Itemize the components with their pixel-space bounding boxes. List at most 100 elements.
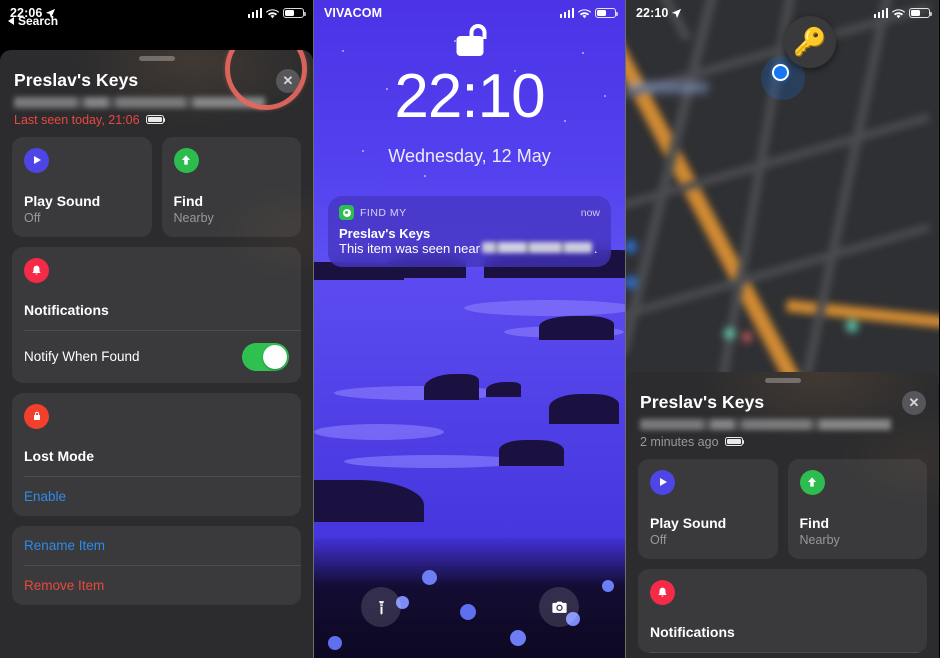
chevron-left-icon <box>8 17 14 25</box>
notify-when-found-toggle[interactable] <box>242 342 289 371</box>
address-redacted <box>640 418 925 430</box>
bell-icon <box>650 579 675 605</box>
last-seen-text: Last seen today, 21:06 <box>14 112 140 127</box>
notifications-header: Notifications <box>638 569 927 652</box>
back-button-label: Search <box>18 14 59 28</box>
notifications-label: Notifications <box>650 623 735 640</box>
lost-mode-enable-row[interactable]: Enable <box>12 477 301 516</box>
key-glyph: 🔑 <box>793 26 827 57</box>
detail-sheet: Preslav's Keys Last seen today, 21:06 ✕ … <box>0 50 313 658</box>
unlocked-padlock-icon <box>456 24 486 56</box>
lost-mode-label: Lost Mode <box>24 447 94 464</box>
carrier-name: VIVACOM <box>324 6 383 20</box>
location-arrow-icon <box>672 8 682 18</box>
card-title: Find <box>173 192 204 209</box>
card-title: Play Sound <box>24 192 101 209</box>
card-title: Find <box>799 514 830 531</box>
item-battery-icon <box>145 114 166 125</box>
notifications-label: Notifications <box>24 301 109 318</box>
arrow-up-icon <box>799 469 825 495</box>
wallpaper-flowers <box>314 538 625 658</box>
card-title: Play Sound <box>650 514 727 531</box>
last-seen-status: 2 minutes ago <box>640 435 925 449</box>
rename-item-row[interactable]: Rename Item <box>12 526 301 565</box>
card-subtitle: Off <box>24 210 41 225</box>
find-my-icon <box>339 205 354 220</box>
lost-mode-block: Lost Mode Enable <box>12 392 301 516</box>
item-battery-icon <box>724 436 745 447</box>
flashlight-button[interactable] <box>361 587 401 627</box>
card-find[interactable]: Find Nearby <box>787 458 927 559</box>
lock-icon <box>24 403 49 429</box>
status-right <box>873 7 933 19</box>
action-card-row: Play Sound Off Find Nearby <box>626 449 939 559</box>
wifi-icon <box>578 8 591 19</box>
battery-icon <box>595 7 619 19</box>
arrow-up-icon <box>173 147 199 173</box>
remove-item-row[interactable]: Remove Item <box>12 566 301 605</box>
sheet-header: Preslav's Keys 2 minutes ago ✕ <box>626 383 939 449</box>
close-icon: ✕ <box>908 394 920 410</box>
blue-location-dot <box>772 64 789 81</box>
close-icon: ✕ <box>282 72 294 88</box>
card-find[interactable]: Find Nearby <box>161 136 301 237</box>
notification-title: Preslav's Keys <box>339 226 431 241</box>
sheet-header: Preslav's Keys Last seen today, 21:06 ✕ <box>0 61 313 127</box>
camera-button[interactable] <box>539 587 579 627</box>
notification-body: This item was seen near . <box>339 241 600 256</box>
notification-body-prefix: This item was seen near <box>339 241 480 256</box>
status-time: 22:10 <box>636 6 669 20</box>
close-button[interactable]: ✕ <box>276 68 300 93</box>
card-subtitle: Nearby <box>799 532 840 547</box>
status-left: 22:10 <box>636 6 682 20</box>
cellular-bars-icon <box>873 8 888 18</box>
card-play-sound[interactable]: Play Sound Off <box>12 136 152 237</box>
screenshot-stage: 22:06 Search Preslav's Keys Last seen to… <box>0 0 940 658</box>
panel3-status-bar: 22:10 <box>626 0 939 26</box>
notification-body-suffix: . <box>593 241 598 256</box>
lost-mode-header: Lost Mode <box>12 393 301 476</box>
lockscreen-wallpaper: VIVACOM 22:10 Wednesday, 12 May FIND MY … <box>314 0 625 658</box>
item-title: Preslav's Keys <box>640 391 765 412</box>
back-button-search[interactable]: Search <box>8 14 58 28</box>
notifications-header: Notifications <box>12 247 301 330</box>
cellular-bars-icon <box>559 8 574 18</box>
last-seen-status: Last seen today, 21:06 <box>14 113 299 127</box>
card-subtitle: Off <box>650 532 667 547</box>
enable-link[interactable]: Enable <box>24 489 66 504</box>
detail-sheet: Preslav's Keys 2 minutes ago ✕ Play Soun… <box>626 372 939 658</box>
panel-find-my-detail: 22:06 Search Preslav's Keys Last seen to… <box>0 0 313 658</box>
lockscreen-date: Wednesday, 12 May <box>388 146 551 166</box>
notification-app-name: FIND MY <box>360 206 407 219</box>
battery-icon <box>909 7 933 19</box>
status-right <box>559 7 619 19</box>
notify-when-found-row[interactable]: Notify When Found <box>12 331 301 383</box>
close-button[interactable]: ✕ <box>902 390 926 415</box>
cellular-bars-icon <box>247 8 262 18</box>
remove-item-label: Remove Item <box>24 577 105 593</box>
notification-time: now <box>580 206 600 219</box>
play-icon <box>650 469 675 495</box>
rename-item-label: Rename Item <box>24 537 106 553</box>
notification-banner[interactable]: FIND MY now Preslav's Keys This item was… <box>328 196 611 267</box>
bell-icon <box>24 257 49 283</box>
notification-header: FIND MY now <box>339 205 600 220</box>
play-icon <box>24 147 49 173</box>
item-actions-block: Rename Item Remove Item <box>12 525 301 605</box>
notification-location-redacted <box>481 242 592 253</box>
wifi-icon <box>892 8 905 19</box>
panel-lock-screen: VIVACOM 22:10 Wednesday, 12 May FIND MY … <box>313 0 626 658</box>
status-right <box>247 7 307 19</box>
status-left: VIVACOM <box>324 6 382 20</box>
wifi-icon <box>266 8 279 19</box>
panel2-status-bar: VIVACOM <box>314 0 625 26</box>
map-street-label <box>628 82 708 93</box>
card-play-sound[interactable]: Play Sound Off <box>638 458 778 559</box>
card-subtitle: Nearby <box>173 210 214 225</box>
notify-when-found-label: Notify When Found <box>24 349 140 364</box>
divider <box>650 651 927 653</box>
panel-map-detail: 🔑 22:10 Preslav's Keys 2 minutes ago ✕ P… <box>626 0 939 658</box>
item-title: Preslav's Keys <box>14 69 139 90</box>
flashlight-icon <box>378 600 384 614</box>
action-card-row: Play Sound Off Find Nearby <box>0 127 313 237</box>
